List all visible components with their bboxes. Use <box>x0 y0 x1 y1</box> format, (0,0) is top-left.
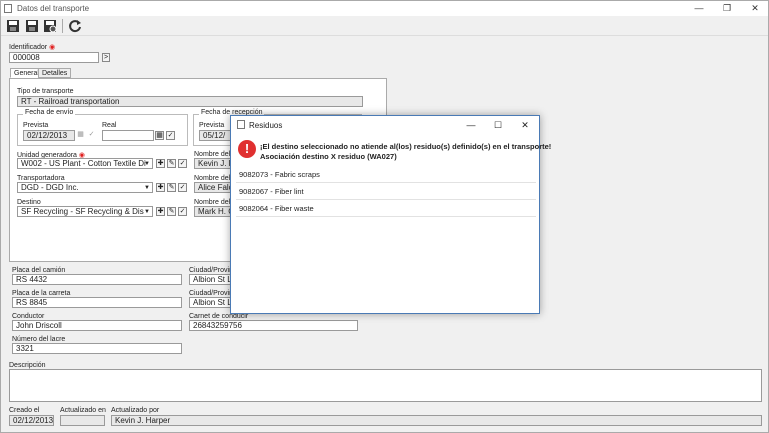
recepcion-prevista-label: Prevista <box>199 122 225 129</box>
clear-icon: ✓ <box>88 131 95 138</box>
list-item[interactable]: 9082064 - Fiber waste <box>236 200 536 217</box>
close-button[interactable]: ✕ <box>745 3 765 14</box>
error-message: ¡El destino seleccionado no atiende al(l… <box>260 142 552 151</box>
dialog-title: Residuos <box>249 121 283 130</box>
ciudad-input[interactable]: Albion St L <box>189 297 231 308</box>
tab-detalles[interactable]: Detalles <box>38 68 72 78</box>
identificador-label: Identificador ◉ <box>9 44 56 51</box>
maximize-button[interactable]: ❐ <box>717 3 737 14</box>
placa-camion-input[interactable]: RS 4432 <box>12 274 182 285</box>
residuos-dialog: Residuos — ☐ ✕ ! ¡El destino seleccionad… <box>230 115 551 314</box>
window-title: Datos del transporte <box>17 4 90 13</box>
actualizado-por-label: Actualizado por <box>111 407 160 414</box>
edit-icon[interactable]: ✎ <box>167 183 176 192</box>
descripcion-label: Descripción <box>9 362 46 369</box>
clear-icon[interactable]: ✓ <box>178 159 187 168</box>
document-icon <box>4 4 12 13</box>
add-icon[interactable]: ✚ <box>156 183 165 192</box>
edit-icon[interactable]: ✎ <box>167 207 176 216</box>
ciudad-label: Ciudad/Provin <box>189 290 233 297</box>
envio-prevista-field: 02/12/2013 <box>23 130 75 141</box>
save-icon[interactable] <box>6 19 20 33</box>
lacre-label: Número del lacre <box>12 336 66 343</box>
ciudad-input[interactable]: Albion St L <box>189 274 231 285</box>
list-item[interactable]: 9082067 - Fiber lint <box>236 183 536 200</box>
next-id-button[interactable]: > <box>102 53 110 62</box>
envio-real-input[interactable] <box>102 130 154 141</box>
dialog-minimize-button[interactable]: — <box>464 120 478 130</box>
nombre-responsable-label: Nombre del r <box>194 151 235 158</box>
lacre-input[interactable]: 3321 <box>12 343 182 354</box>
carnet-label: Carnet de conducir <box>189 313 249 320</box>
save-new-icon[interactable] <box>25 19 39 33</box>
recepcion-prevista-field: 05/12/ <box>199 130 231 141</box>
transportadora-select[interactable]: DGD - DGD Inc. ▼ <box>17 182 153 193</box>
actualizado-por-field: Kevin J. Harper <box>111 415 762 426</box>
dialog-close-button[interactable]: ✕ <box>518 120 532 131</box>
descripcion-textarea[interactable] <box>9 369 762 402</box>
minimize-button[interactable]: — <box>689 3 709 13</box>
error-icon: ! <box>238 140 256 158</box>
add-icon[interactable]: ✚ <box>156 207 165 216</box>
refresh-icon[interactable] <box>68 19 82 33</box>
placa-carreta-label: Placa de la carreta <box>12 290 71 297</box>
creado-label: Creado el <box>9 407 40 414</box>
error-code-message: Asociación destino X residuo (WA027) <box>260 152 397 161</box>
nombre-responsable-label: Nombre del r <box>194 175 235 182</box>
add-icon[interactable]: ✚ <box>156 159 165 168</box>
nombre-responsable-label: Nombre del r <box>194 199 235 206</box>
destino-label: Destino <box>17 199 41 206</box>
nombre-responsable-field: Mark H. C <box>194 206 231 217</box>
calendar-icon[interactable]: ▦ <box>155 131 164 140</box>
nombre-responsable-field: Alice Falc <box>194 182 231 193</box>
placa-camion-label: Placa del camión <box>12 267 66 274</box>
envio-real-label: Real <box>102 122 117 129</box>
calendar-icon: ▦ <box>77 131 84 138</box>
dialog-title-bar: Residuos — ☐ ✕ <box>231 116 539 134</box>
toolbar <box>1 16 768 36</box>
placa-carreta-input[interactable]: RS 8845 <box>12 297 182 308</box>
actualizado-label: Actualizado en <box>60 407 106 414</box>
unidad-generadora-select[interactable]: W002 - US Plant - Cotton Textile Di ▼ <box>17 158 153 169</box>
title-bar: Datos del transporte — ❐ ✕ <box>1 1 768 16</box>
today-icon[interactable]: ✓ <box>166 131 175 140</box>
destino-select[interactable]: SF Recycling - SF Recycling & Dis ▼ <box>17 206 153 217</box>
envio-prevista-label: Prevista <box>23 122 49 129</box>
clear-icon[interactable]: ✓ <box>178 183 187 192</box>
nombre-responsable-field: Kevin J. H <box>194 158 231 169</box>
creado-field: 02/12/2013 <box>9 415 54 426</box>
list-item[interactable]: 9082073 - Fabric scraps <box>236 166 536 183</box>
edit-icon[interactable]: ✎ <box>167 159 176 168</box>
identificador-input[interactable]: 000008 <box>9 52 99 63</box>
transportadora-label: Transportadora <box>17 175 65 182</box>
toolbar-separator <box>62 19 63 33</box>
fecha-envio-title: Fecha de envío <box>23 109 76 116</box>
tipo-transporte-field: RT - Railroad transportation <box>17 96 363 107</box>
actualizado-field <box>60 415 105 426</box>
conductor-label: Conductor <box>12 313 45 320</box>
tipo-transporte-label: Tipo de transporte <box>17 88 74 95</box>
dialog-maximize-button[interactable]: ☐ <box>491 120 505 131</box>
conductor-input[interactable]: John Driscoll <box>12 320 182 331</box>
carnet-input[interactable]: 26843259756 <box>189 320 358 331</box>
clear-icon[interactable]: ✓ <box>178 207 187 216</box>
document-icon <box>237 120 245 129</box>
save-close-icon[interactable] <box>43 19 57 33</box>
ciudad-label: Ciudad/Provin <box>189 267 233 274</box>
